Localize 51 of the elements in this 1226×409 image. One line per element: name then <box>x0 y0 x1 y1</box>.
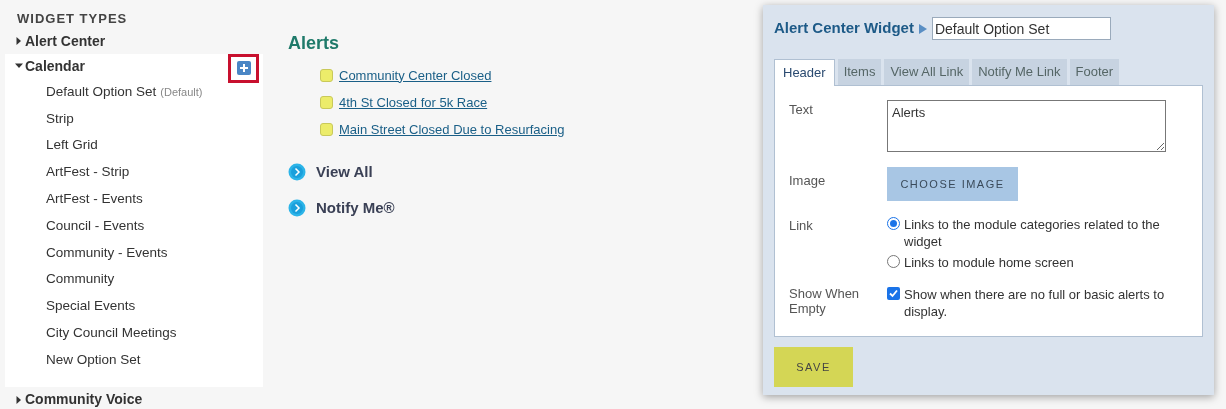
tab[interactable]: View All Link <box>884 59 970 85</box>
option-set-item[interactable]: ArtFest - Events <box>46 188 143 210</box>
tab[interactable]: Notify Me Link <box>972 59 1067 85</box>
option-set-item[interactable]: ArtFest - Strip <box>46 162 130 183</box>
footer-link[interactable]: View All <box>316 160 373 184</box>
field-label: Image <box>789 172 827 190</box>
option-set-item[interactable]: Community <box>46 269 115 290</box>
option-set-item[interactable]: Left Grid <box>46 135 98 156</box>
caret-down-icon <box>15 62 23 70</box>
footer-link[interactable]: Notify Me® <box>316 196 395 220</box>
tree-toggle[interactable]: Community Voice <box>15 389 143 409</box>
chevron-circle-icon <box>288 163 306 181</box>
tab[interactable]: Items <box>837 59 882 85</box>
editor-title: Alert Center Widget <box>774 18 914 39</box>
caret-right-icon <box>917 23 928 34</box>
name-field[interactable]: Default Option Set <box>931 17 1111 40</box>
alert-link[interactable]: Community Center Closed <box>339 65 492 86</box>
checkbox[interactable] <box>887 287 900 300</box>
alert-link[interactable]: 4th St Closed for 5k Race <box>339 92 488 113</box>
option-set-item[interactable]: Council - Events <box>46 215 145 236</box>
caret-right-icon <box>15 37 23 45</box>
option-set-item[interactable]: Community - Events <box>46 242 168 263</box>
alert-status-icon <box>320 123 333 136</box>
save-button[interactable]: SAVE <box>774 347 853 387</box>
chevron-circle-icon <box>288 199 306 217</box>
checkbox-label: Show when there are no full or basic alerts to display. <box>904 286 1166 320</box>
tab[interactable]: Footer <box>1069 59 1120 85</box>
alert-status-icon <box>320 96 333 109</box>
radio-label: Links to the module categories related to the widget <box>904 216 1161 250</box>
option-set-item[interactable]: Strip <box>46 108 74 129</box>
tree-toggle[interactable]: Alert Center <box>15 30 106 52</box>
field-label: Text <box>789 101 814 119</box>
choose-image-button[interactable]: CHOOSE IMAGE <box>887 167 1018 201</box>
alert-link[interactable]: Main Street Closed Due to Resurfacing <box>339 119 565 140</box>
add-button[interactable] <box>236 61 251 75</box>
preview-title: Alerts <box>288 32 341 55</box>
option-set-item[interactable]: Default Option Set <box>46 81 157 102</box>
tree-toggle[interactable]: Calendar <box>15 55 85 77</box>
field-label: Link <box>789 217 814 235</box>
option-set-item[interactable]: New Option Set <box>46 349 141 370</box>
option-set-item[interactable]: City Council Meetings <box>46 322 177 344</box>
alert-status-icon <box>320 69 333 82</box>
tab[interactable]: Header <box>774 59 835 86</box>
text-field[interactable]: Alerts <box>887 100 1166 152</box>
default-tag: (Default) <box>160 83 203 101</box>
sidebar-title: WIDGET TYPES <box>16 10 129 28</box>
field-label: Show When Empty <box>789 286 861 318</box>
radio-label: Links to module home screen <box>904 254 1074 271</box>
caret-right-icon <box>15 395 23 404</box>
option-set-item[interactable]: Special Events <box>46 296 136 317</box>
plus-icon <box>238 63 249 73</box>
